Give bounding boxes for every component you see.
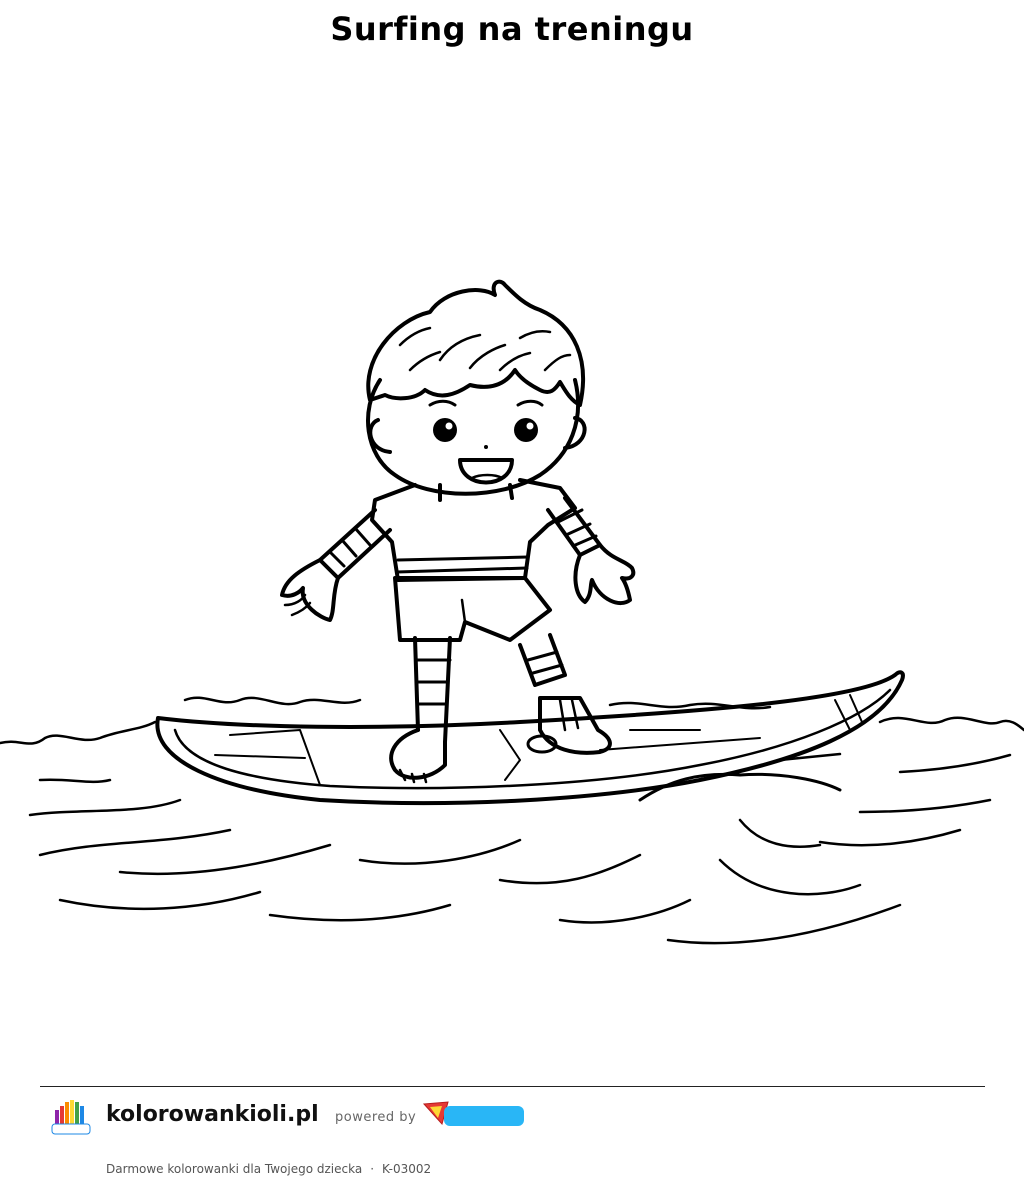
coloring-illustration — [0, 260, 1024, 1000]
footer-tagline: Darmowe kolorowanki dla Twojego dziecka ·… — [106, 1162, 431, 1176]
tagline-text: Darmowe kolorowanki dla Twojego dziecka — [106, 1162, 363, 1176]
boy-surfing-icon — [0, 279, 1024, 945]
site-logo[interactable] — [46, 1094, 96, 1144]
powered-by-label: powered by — [335, 1110, 417, 1125]
animatolka-logo-icon — [422, 1101, 524, 1126]
footer-divider — [40, 1086, 985, 1087]
site-name[interactable]: kolorowankioli.pl — [106, 1102, 319, 1127]
partner-logo[interactable] — [422, 1098, 528, 1132]
footer: kolorowankioli.pl powered by — [40, 1092, 985, 1144]
separator: · — [370, 1162, 375, 1176]
page-title: Surfing na treningu — [330, 10, 694, 48]
crayons-logo-icon — [51, 1100, 91, 1135]
page-code: K-03002 — [382, 1162, 432, 1176]
